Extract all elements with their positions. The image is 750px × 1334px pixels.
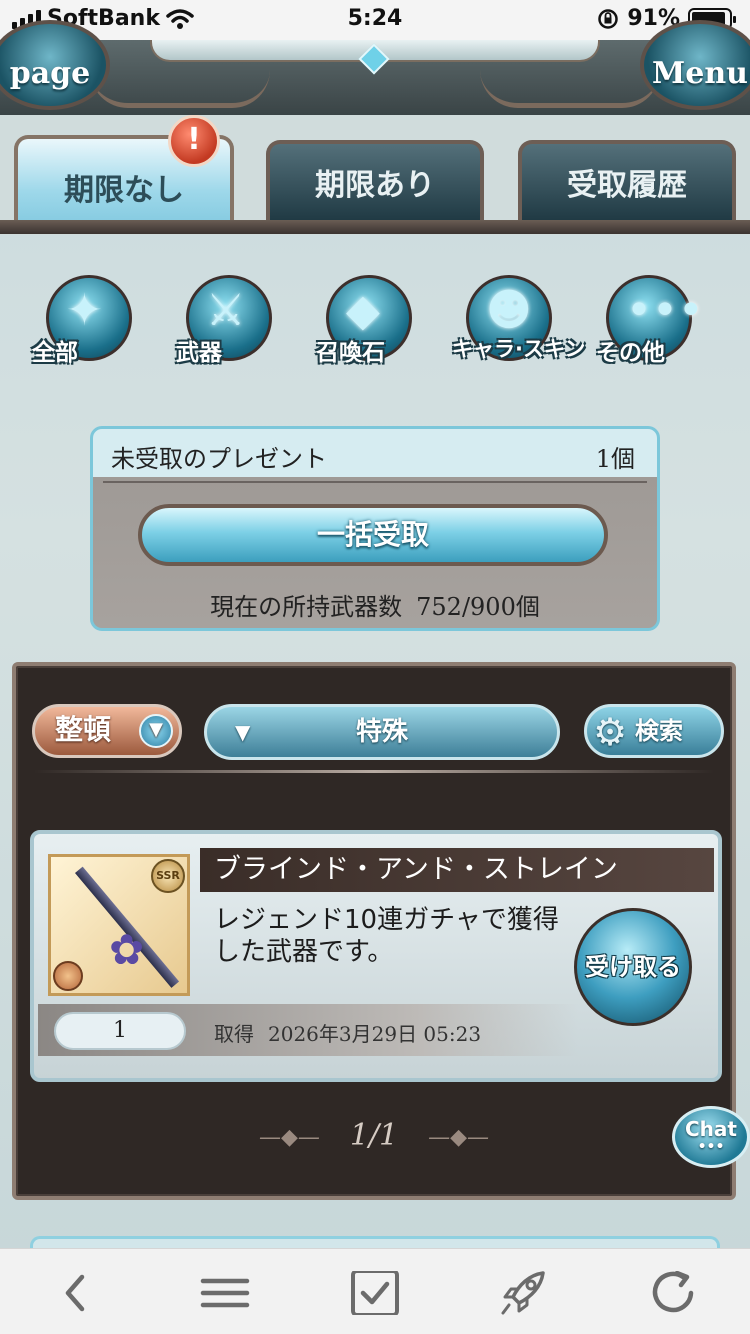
category-label: 召喚石 — [316, 340, 385, 366]
category-filters: ✦ 全部 ⚔ 武器 ◆ 召喚石 ☻ キャラ·スキン ••• その他 — [0, 265, 750, 385]
filter-label: 特殊 — [355, 717, 408, 747]
browser-toolbar — [0, 1248, 750, 1334]
quantity-field[interactable]: 1 — [54, 1012, 186, 1050]
tab-bar: 期限なし ! 期限あり 受取履歴 — [0, 115, 750, 235]
tab-label: 期限あり — [315, 168, 435, 203]
search-label: 検索 — [635, 717, 683, 745]
item-thumbnail: ✿ SSR — [48, 854, 190, 996]
divider — [34, 770, 714, 773]
sword-icon: ⚔ — [206, 285, 246, 336]
more-icon: ••• — [626, 285, 704, 336]
flower-icon: ✿ — [109, 925, 145, 974]
character-icon: ☻ — [486, 285, 532, 336]
acquired-label: 取得 — [214, 1022, 254, 1046]
back-icon[interactable] — [50, 1271, 102, 1315]
status-bar: SoftBank 5:24 91% — [0, 0, 750, 40]
dropdown-arrow-icon: ▼ — [235, 720, 251, 744]
menu-list-icon[interactable] — [199, 1271, 251, 1315]
search-button[interactable]: ⚙ 検索 — [584, 704, 724, 758]
ornament-right-icon: —◆— — [428, 1124, 490, 1150]
tab-with-limit[interactable]: 期限あり — [266, 140, 484, 220]
category-label: 全部 — [32, 340, 78, 366]
ornament-left-icon: —◆— — [258, 1124, 320, 1150]
mypage-button[interactable]: page — [0, 20, 110, 110]
page-indicator: 1/1 — [349, 1118, 399, 1153]
tab-label: 受取履歴 — [567, 168, 687, 203]
tab-base — [0, 220, 750, 234]
category-character[interactable]: ☻ キャラ·スキン — [446, 265, 585, 375]
game-header: page Menu — [0, 20, 750, 115]
chevron-down-icon: ▼ — [139, 714, 173, 748]
acquired-info: 取得 2026年3月29日 05:23 — [214, 1018, 481, 1047]
rarity-badge: SSR — [151, 859, 185, 893]
claim-all-button[interactable]: 一括受取 — [138, 504, 608, 566]
element-icon — [53, 961, 83, 991]
all-icon: ✦ — [66, 285, 103, 336]
owned-weapons: 現在の所持武器数 752/900個 — [93, 587, 657, 622]
present-item-card: ✿ SSR ブラインド・アンド・ストレイン レジェンド10連ガチャで獲得した武器… — [30, 830, 722, 1082]
sort-label: 整頓 — [55, 713, 112, 746]
crystal-icon: ◆ — [346, 285, 380, 336]
category-label: その他 — [596, 340, 665, 366]
rocket-icon[interactable] — [499, 1271, 551, 1315]
category-other[interactable]: ••• その他 — [586, 265, 704, 375]
tab-history[interactable]: 受取履歴 — [518, 140, 736, 220]
category-label: 武器 — [176, 340, 222, 366]
receive-button[interactable]: 受け取る — [574, 908, 692, 1026]
divider — [103, 481, 647, 483]
category-summon[interactable]: ◆ 召喚石 — [306, 265, 416, 375]
alert-badge: ! — [168, 115, 220, 167]
dots-icon: ••• — [697, 1139, 725, 1155]
unclaimed-title: 未受取のプレゼント — [111, 445, 327, 473]
sort-button[interactable]: 整頓 ▼ — [32, 704, 182, 758]
present-list-panel: 整頓 ▼ ▼ 特殊 ⚙ 検索 ✿ SSR ブラインド・アンド・ストレイン レジェ… — [12, 662, 736, 1200]
owned-label: 現在の所持武器数 — [210, 593, 403, 621]
category-weapon[interactable]: ⚔ 武器 — [166, 265, 276, 375]
checkbox-icon[interactable] — [349, 1271, 401, 1315]
rotation-lock-icon — [598, 8, 619, 29]
menu-button[interactable]: Menu — [640, 20, 750, 110]
item-name: ブラインド・アンド・ストレイン — [200, 848, 714, 892]
gear-icon: ⚙ — [593, 710, 628, 754]
acquired-date: 2026年3月29日 05:23 — [268, 1022, 482, 1046]
reload-icon[interactable] — [649, 1271, 701, 1315]
owned-value: 752/900個 — [416, 593, 540, 621]
item-description: レジェンド10連ガチャで獲得した武器です。 — [214, 905, 559, 967]
filter-dropdown[interactable]: ▼ 特殊 — [204, 704, 560, 760]
category-all[interactable]: ✦ 全部 — [26, 265, 136, 375]
unclaimed-panel: 未受取のプレゼント 1個 一括受取 現在の所持武器数 752/900個 — [90, 426, 660, 631]
chat-label: Chat — [685, 1117, 737, 1141]
item-footer: 1 取得 2026年3月29日 05:23 — [38, 1004, 578, 1056]
tab-label: 期限なし — [64, 172, 184, 208]
category-label: キャラ·スキン — [452, 337, 586, 361]
chat-button[interactable]: Chat ••• — [672, 1106, 750, 1168]
pagination: —◆— 1/1 —◆— — [16, 1118, 732, 1153]
unclaimed-count: 1個 — [595, 445, 635, 473]
